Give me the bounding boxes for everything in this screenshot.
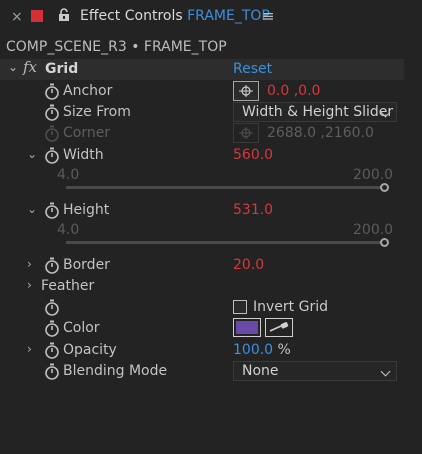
twirl-right-icon[interactable]: ›: [27, 342, 32, 356]
effect-header-grid[interactable]: ⌄ fx Grid Reset: [0, 58, 404, 80]
invert-grid-checkbox[interactable]: [233, 300, 247, 314]
chevron-down-icon: [380, 366, 391, 377]
size-from-dropdown[interactable]: Width & Height Slider: [233, 102, 397, 122]
width-slider-handle[interactable]: [380, 183, 389, 192]
width-slider-max: 200.0: [353, 167, 394, 183]
prop-row-invert-grid: Invert Grid: [0, 297, 404, 318]
prop-label: Blending Mode: [63, 363, 168, 379]
prop-row-size-from: Size From Width & Height Slider: [0, 102, 404, 123]
reset-button[interactable]: Reset: [233, 61, 272, 77]
prop-row-feather: › Feather: [0, 276, 404, 297]
twirl-right-icon[interactable]: ›: [27, 257, 32, 271]
opacity-value[interactable]: 100.0: [233, 342, 273, 358]
prop-label: Anchor: [63, 83, 113, 99]
breadcrumb: COMP_SCENE_R3 • FRAME_TOP: [6, 39, 227, 55]
height-slider-track[interactable]: [66, 241, 384, 244]
prop-row-color: Color: [0, 318, 404, 339]
prop-row-border: › Border 20.0: [0, 255, 404, 276]
stopwatch-icon[interactable]: [44, 83, 60, 100]
twirl-right-icon[interactable]: ›: [27, 278, 32, 292]
stopwatch-icon[interactable]: [44, 320, 60, 337]
prop-label: Size From: [63, 104, 131, 120]
panel-name: Effect Controls: [80, 8, 183, 24]
dropdown-selected-value: Width & Height Slider: [242, 104, 394, 120]
prop-row-anchor: Anchor 0.0 ,0.0: [0, 81, 404, 102]
prop-label: Height: [63, 202, 110, 218]
height-slider-min: 4.0: [57, 222, 80, 238]
prop-row-corner: Corner 2688.0 ,2160.0: [0, 123, 404, 144]
effect-twirl-icon[interactable]: ⌄: [8, 60, 18, 74]
height-slider-handle[interactable]: [380, 238, 389, 247]
prop-group-label: Feather: [41, 278, 95, 294]
layer-name: FRAME_TOP: [187, 8, 270, 24]
anchor-value[interactable]: 0.0 ,0.0: [267, 83, 320, 99]
dropdown-selected-value: None: [242, 363, 279, 379]
panel-tab-bar: × Effect Controls FRAME_TOP ≡: [0, 0, 422, 36]
prop-label: Corner: [63, 125, 111, 141]
prop-label: Color: [63, 320, 100, 336]
opacity-unit: %: [277, 342, 291, 358]
prop-label: Border: [63, 257, 110, 273]
prop-row-width: ⌄ Width 560.0: [0, 145, 404, 166]
prop-label: Opacity: [63, 342, 117, 358]
corner-point-picker-button: [233, 123, 259, 143]
height-value[interactable]: 531.0: [233, 202, 273, 218]
prop-row-blending-mode: Blending Mode None: [0, 361, 404, 382]
twirl-down-icon[interactable]: ⌄: [27, 202, 37, 216]
twirl-down-icon[interactable]: ⌄: [27, 147, 37, 161]
lock-icon[interactable]: [58, 8, 70, 22]
panel-menu-icon[interactable]: ≡: [262, 7, 275, 25]
width-slider-track[interactable]: [66, 186, 384, 189]
border-value[interactable]: 20.0: [233, 257, 264, 273]
color-swatch[interactable]: [233, 318, 261, 337]
width-value[interactable]: 560.0: [233, 147, 273, 163]
effect-name: Grid: [45, 61, 79, 77]
blending-mode-dropdown[interactable]: None: [233, 361, 397, 381]
corner-value: 2688.0 ,2160.0: [267, 125, 374, 141]
stopwatch-icon[interactable]: [44, 104, 60, 121]
checkbox-label[interactable]: Invert Grid: [253, 299, 328, 315]
fx-toggle-icon[interactable]: fx: [23, 58, 37, 76]
stopwatch-icon[interactable]: [44, 342, 60, 359]
eyedropper-icon[interactable]: [265, 318, 293, 337]
anchor-point-picker-button[interactable]: [233, 81, 259, 101]
effect-controls-panel: × Effect Controls FRAME_TOP ≡ COMP_SCENE…: [0, 0, 422, 454]
stopwatch-icon[interactable]: [44, 257, 60, 274]
width-slider-min: 4.0: [57, 167, 80, 183]
close-tab-icon[interactable]: ×: [11, 9, 23, 25]
panel-tab-title[interactable]: Effect Controls FRAME_TOP: [80, 8, 270, 24]
height-slider-max: 200.0: [353, 222, 394, 238]
prop-row-height: ⌄ Height 531.0: [0, 200, 404, 221]
opacity-readout: 100.0 %: [233, 342, 291, 358]
stopwatch-icon[interactable]: [44, 363, 60, 380]
stopwatch-icon: [44, 125, 60, 142]
layer-label-color-swatch[interactable]: [31, 10, 43, 22]
prop-label: Width: [63, 147, 104, 163]
prop-row-opacity: › Opacity 100.0 %: [0, 340, 404, 361]
stopwatch-icon[interactable]: [44, 202, 60, 219]
stopwatch-icon[interactable]: [44, 299, 60, 316]
stopwatch-icon[interactable]: [44, 147, 60, 164]
